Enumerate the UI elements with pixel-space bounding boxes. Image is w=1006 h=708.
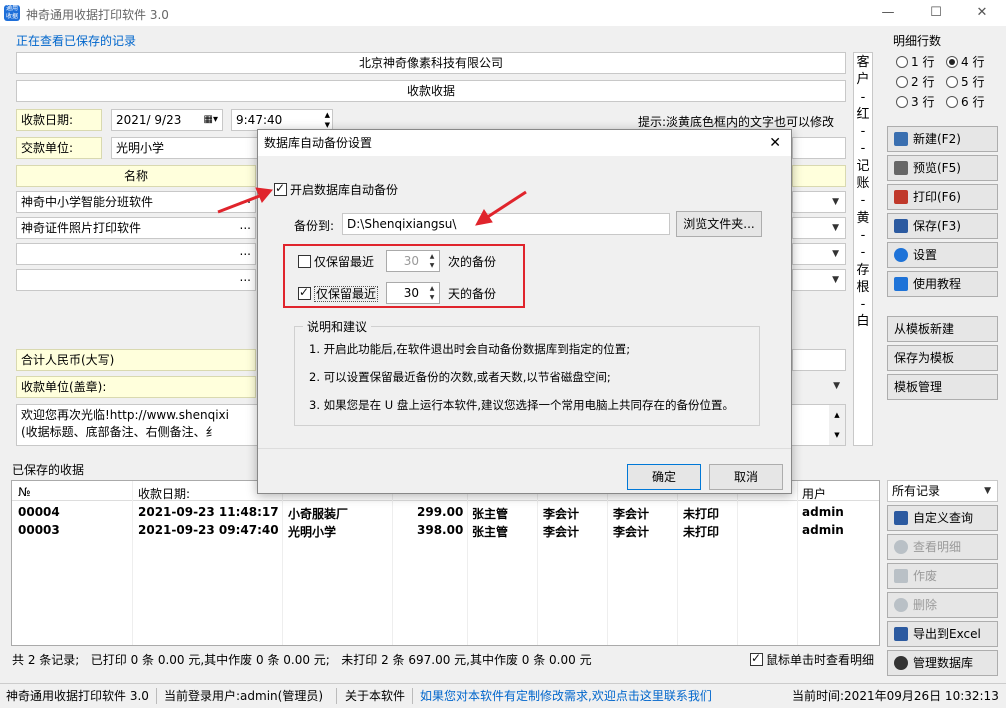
arrow-to-backup-path [485,190,527,220]
annotation-arrows [217,187,527,226]
arrow-to-enable-checkbox [217,193,263,214]
arrowhead-icon [475,209,493,226]
